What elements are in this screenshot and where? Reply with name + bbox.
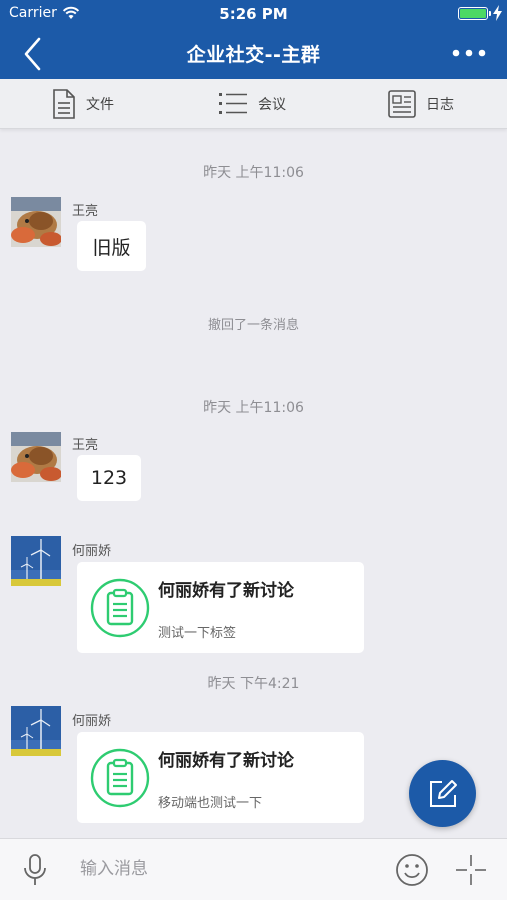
card-subtitle: 移动端也测试一下 <box>158 796 263 811</box>
status-time: 5:26 PM <box>219 5 288 23</box>
add-icon[interactable] <box>454 853 488 887</box>
microphone-icon[interactable] <box>22 853 48 887</box>
sender-name: 何丽娇 <box>72 544 112 559</box>
meeting-label: 会议 <box>258 97 286 113</box>
nav-bar: 企业社交--主群 <box>0 28 507 79</box>
avatar[interactable] <box>11 432 61 482</box>
files-label: 文件 <box>86 97 114 113</box>
input-bar <box>0 838 507 900</box>
discussion-card[interactable]: 何丽娇有了新讨论 移动端也测试一下 <box>77 732 364 823</box>
hamster-avatar-icon <box>11 197 61 247</box>
log-label: 日志 <box>426 97 454 113</box>
timestamp: 昨天 上午11:06 <box>203 165 304 181</box>
log-icon <box>388 90 416 118</box>
compose-button[interactable] <box>409 760 476 827</box>
avatar[interactable] <box>11 706 61 756</box>
battery-icon <box>458 7 488 20</box>
sender-name: 王亮 <box>72 438 99 453</box>
emoji-icon[interactable] <box>395 853 429 887</box>
timestamp: 昨天 下午4:21 <box>207 676 300 692</box>
sender-name: 何丽娇 <box>72 714 112 729</box>
card-title: 何丽娇有了新讨论 <box>158 751 294 771</box>
more-icon[interactable] <box>451 40 487 66</box>
message-bubble[interactable]: 旧版 <box>77 221 146 271</box>
meeting-button[interactable]: 会议 <box>218 79 286 129</box>
avatar[interactable] <box>11 536 61 586</box>
discussion-card[interactable]: 何丽娇有了新讨论 测试一下标签 <box>77 562 364 653</box>
hamster-avatar-icon <box>11 432 61 482</box>
card-subtitle: 测试一下标签 <box>158 626 237 641</box>
timestamp: 昨天 上午11:06 <box>203 400 304 416</box>
group-toolbar: 文件 会议 日志 <box>0 79 507 129</box>
files-button[interactable]: 文件 <box>52 79 114 129</box>
file-icon <box>53 89 75 119</box>
page-title: 企业社交--主群 <box>186 44 321 66</box>
recall-notice: 撤回了一条消息 <box>207 318 299 333</box>
status-bar: Carrier 5:26 PM <box>0 0 507 28</box>
clipboard-icon <box>90 578 150 638</box>
sender-name: 王亮 <box>72 204 99 219</box>
list-icon <box>219 93 247 114</box>
edit-icon <box>429 779 457 807</box>
avatar[interactable] <box>11 197 61 247</box>
charging-icon <box>493 5 502 21</box>
message-input[interactable] <box>72 851 372 887</box>
log-button[interactable]: 日志 <box>388 79 454 129</box>
wind-turbine-avatar-icon <box>11 706 61 756</box>
message-bubble[interactable]: 123 <box>77 455 141 501</box>
wind-turbine-avatar-icon <box>11 536 61 586</box>
clipboard-icon <box>90 748 150 808</box>
card-title: 何丽娇有了新讨论 <box>158 581 294 601</box>
